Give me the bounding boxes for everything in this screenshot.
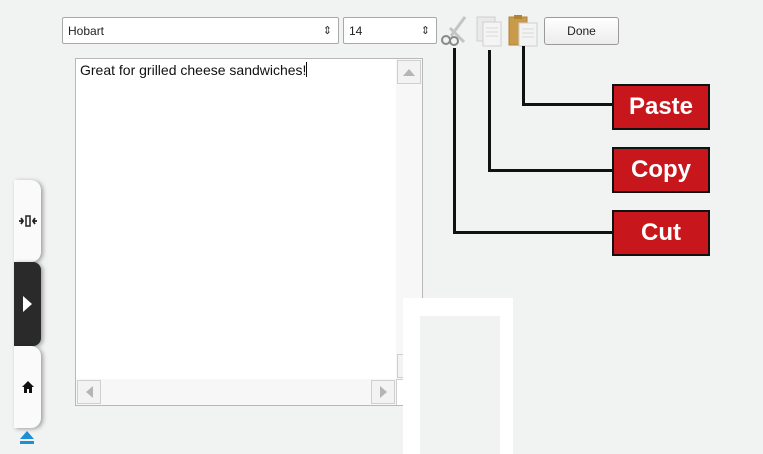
copy-leader-vertical [488, 50, 491, 172]
font-name-select[interactable]: Hobart ⇕ [62, 17, 339, 44]
editor-text: Great for grilled cheese sandwiches! [80, 62, 307, 78]
copy-leader-horizontal [488, 169, 614, 172]
paste-callout: Paste [612, 84, 710, 130]
collapse-icon [18, 215, 37, 227]
cut-leader-vertical [453, 48, 456, 234]
home-icon [21, 381, 34, 393]
font-size-value: 14 [349, 24, 363, 38]
select-arrows-icon: ⇕ [322, 25, 332, 37]
font-name-value: Hobart [68, 24, 105, 38]
paste-leader-vertical [522, 46, 525, 106]
play-icon [23, 296, 32, 312]
scissors-icon[interactable] [437, 14, 469, 48]
eject-icon[interactable] [18, 428, 36, 446]
scroll-left-button[interactable] [77, 380, 101, 404]
arrow-right-icon [379, 386, 387, 398]
background-panel-inner [420, 316, 500, 454]
arrow-left-icon [85, 386, 93, 398]
text-editor[interactable] [75, 58, 423, 406]
done-button[interactable]: Done [544, 17, 619, 45]
arrow-up-icon [403, 68, 415, 76]
editor-text-content[interactable]: Great for grilled cheese sandwiches! [80, 62, 308, 78]
copy-callout: Copy [612, 147, 710, 193]
cut-leader-horizontal [453, 231, 614, 234]
side-panel-home[interactable] [14, 346, 41, 428]
font-size-select[interactable]: 14 ⇕ [343, 17, 437, 44]
cut-callout: Cut [612, 210, 710, 256]
paste-icon[interactable] [507, 14, 541, 48]
side-panel-play[interactable] [14, 262, 41, 346]
copy-icon[interactable] [473, 14, 505, 48]
scroll-right-button[interactable] [371, 380, 395, 404]
side-panel-top[interactable] [14, 180, 41, 262]
horizontal-scrollbar[interactable] [76, 379, 396, 405]
scroll-up-button[interactable] [397, 60, 421, 84]
text-caret [306, 62, 308, 77]
select-arrows-icon: ⇕ [420, 25, 430, 37]
paste-leader-horizontal [522, 103, 614, 106]
